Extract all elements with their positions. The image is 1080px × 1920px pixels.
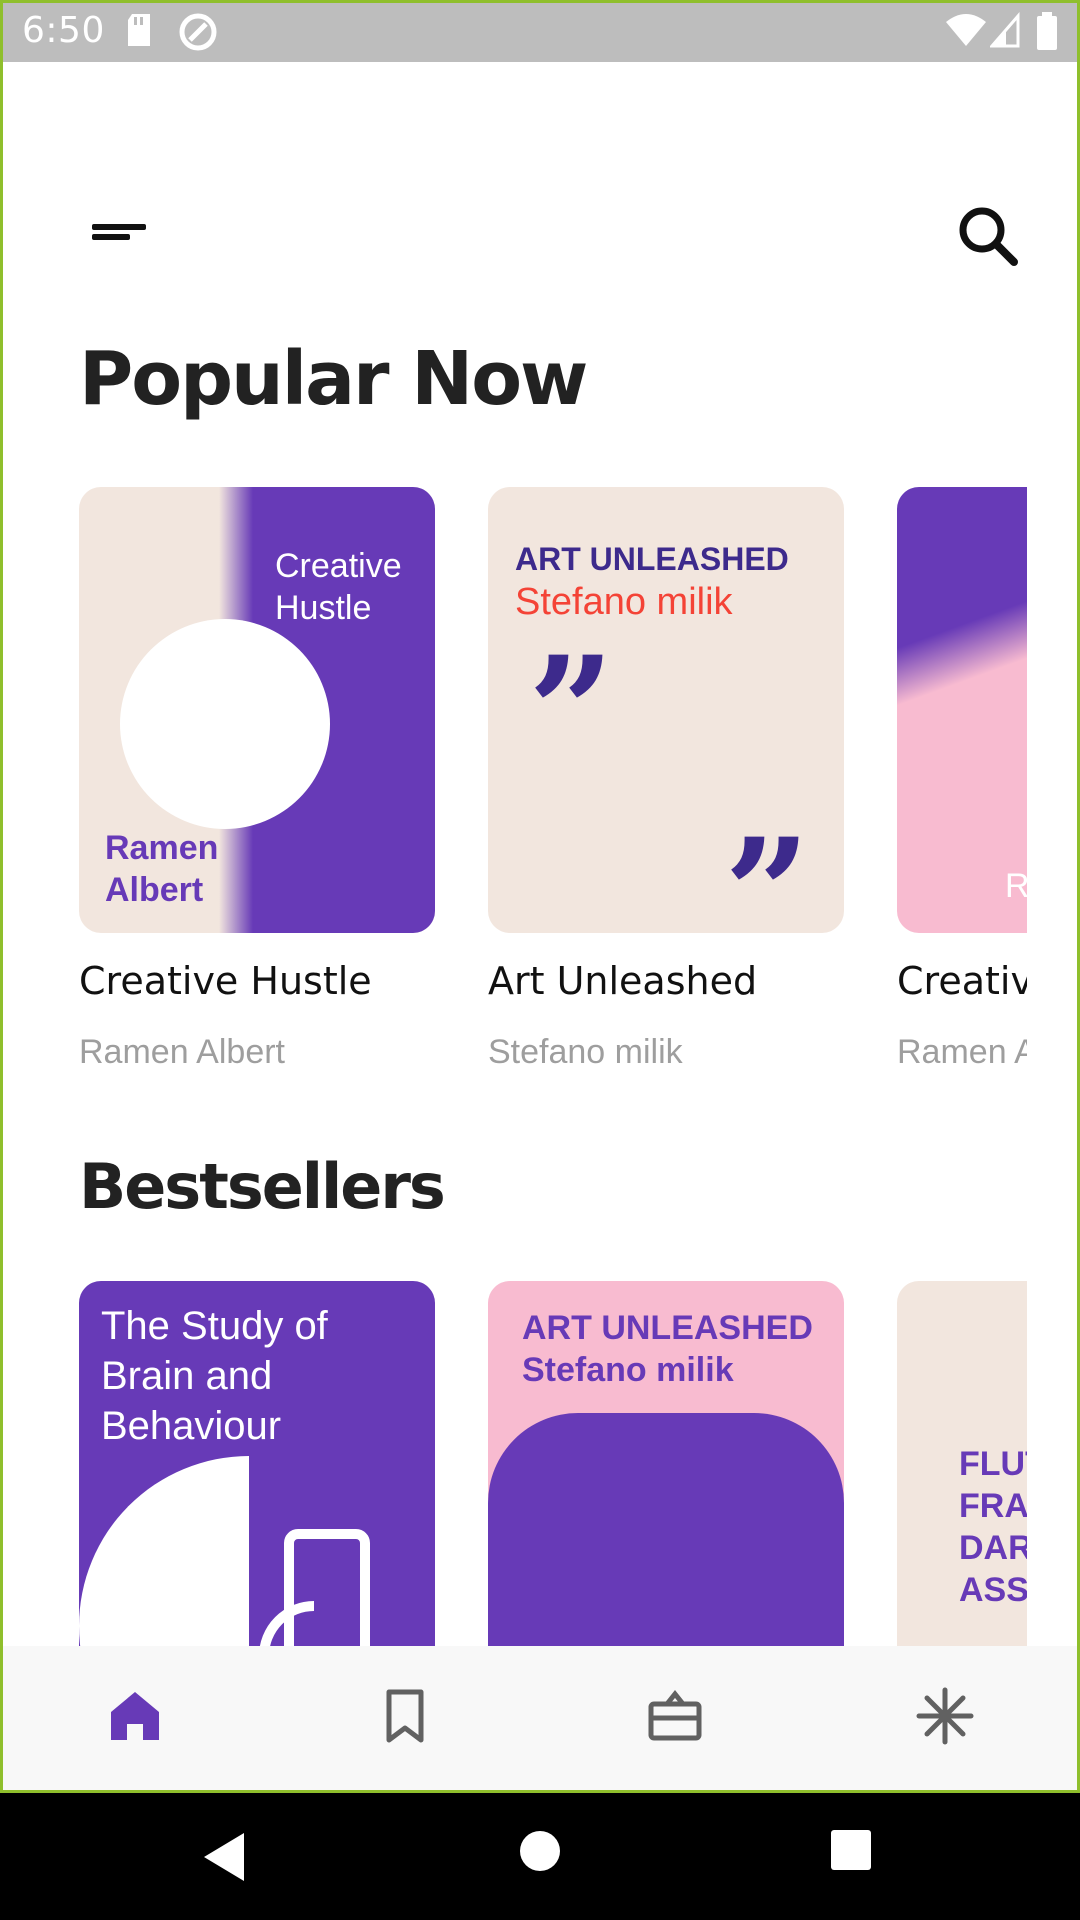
book-title: Art Unleashed <box>488 959 758 1003</box>
gift-card-icon[interactable] <box>645 1686 705 1746</box>
book-cover[interactable]: ART UNLEASHED Stefano milik <box>488 1281 844 1646</box>
book-cover[interactable]: The Study of Brain and Behaviour <box>79 1281 435 1646</box>
sd-card-icon <box>128 14 150 46</box>
book-card-creative-hustle[interactable]: Creative Hustle Ramen Albert Creative Hust… <box>79 487 435 1071</box>
book-title: Creative Hustle <box>897 959 1027 1003</box>
book-card-study-of-brain[interactable]: The Study of Brain and Behaviour <box>79 1281 435 1646</box>
cover-title: ART UNLEASHED Stefano milik <box>522 1309 813 1389</box>
book-author: Ramen Albert <box>79 1033 285 1071</box>
book-cover[interactable]: ART UNLEASHED Stefano milik ” ” <box>488 487 844 933</box>
search-icon[interactable] <box>952 200 1022 270</box>
book-title: Creative Hustle <box>79 959 372 1003</box>
status-time: 6:50 <box>22 10 105 51</box>
status-bar: 6:50 <box>0 0 1080 62</box>
cover-shape <box>488 1413 844 1646</box>
cover-title: Creative Hustle <box>275 547 402 627</box>
menu-button[interactable] <box>86 210 156 250</box>
cover-title: FLUTTER FRAMEWORK DART ASSETS <box>959 1445 1027 1609</box>
quote-icon: ” <box>528 624 615 800</box>
home-icon[interactable] <box>105 1686 165 1746</box>
cover-title: The Study of Brain and Behaviour <box>101 1304 328 1448</box>
book-author: Ramen Albert <box>897 1033 1027 1071</box>
bookmark-icon[interactable] <box>375 1686 435 1746</box>
book-card-art-unleashed-2[interactable]: ART UNLEASHED Stefano milik <box>488 1281 844 1646</box>
wifi-icon <box>946 14 986 46</box>
battery-icon <box>1037 12 1057 50</box>
section-title-popular: Popular Now <box>79 336 588 422</box>
system-navigation <box>0 1793 1080 1920</box>
section-title-bestsellers: Bestsellers <box>79 1150 446 1223</box>
book-card-creative-hustle-2[interactable]: R Creative Hustle Ramen Albert <box>897 487 1027 1071</box>
bestsellers-list[interactable]: The Study of Brain and Behaviour ART UNL… <box>79 1281 1027 1646</box>
book-card-flutter[interactable]: FLUTTER FRAMEWORK DART ASSETS <box>897 1281 1027 1646</box>
book-cover[interactable]: FLUTTER FRAMEWORK DART ASSETS <box>897 1281 1027 1646</box>
cover-title: ART UNLEASHED <box>515 541 789 577</box>
popular-list[interactable]: Creative Hustle Ramen Albert Creative Hust… <box>79 487 1027 1087</box>
sync-icon <box>179 13 217 51</box>
cover-letter: R <box>1005 867 1027 905</box>
quote-icon: ” <box>724 806 811 933</box>
cover-author: Ramen Albert <box>105 829 219 909</box>
recents-icon[interactable] <box>830 1829 872 1871</box>
back-icon[interactable] <box>200 1829 250 1885</box>
book-cover[interactable]: R <box>897 487 1027 933</box>
book-author: Stefano milik <box>488 1033 683 1071</box>
snowflake-icon[interactable] <box>915 1686 975 1746</box>
home-circle-icon[interactable] <box>518 1829 562 1873</box>
cover-circle <box>120 619 330 829</box>
signal-icon <box>990 12 1020 48</box>
book-cover[interactable]: Creative Hustle Ramen Albert <box>79 487 435 933</box>
bottom-navigation <box>0 1646 1080 1793</box>
cover-author: Stefano milik <box>515 581 733 623</box>
book-card-art-unleashed[interactable]: ART UNLEASHED Stefano milik ” ” Art Unle… <box>488 487 844 1071</box>
